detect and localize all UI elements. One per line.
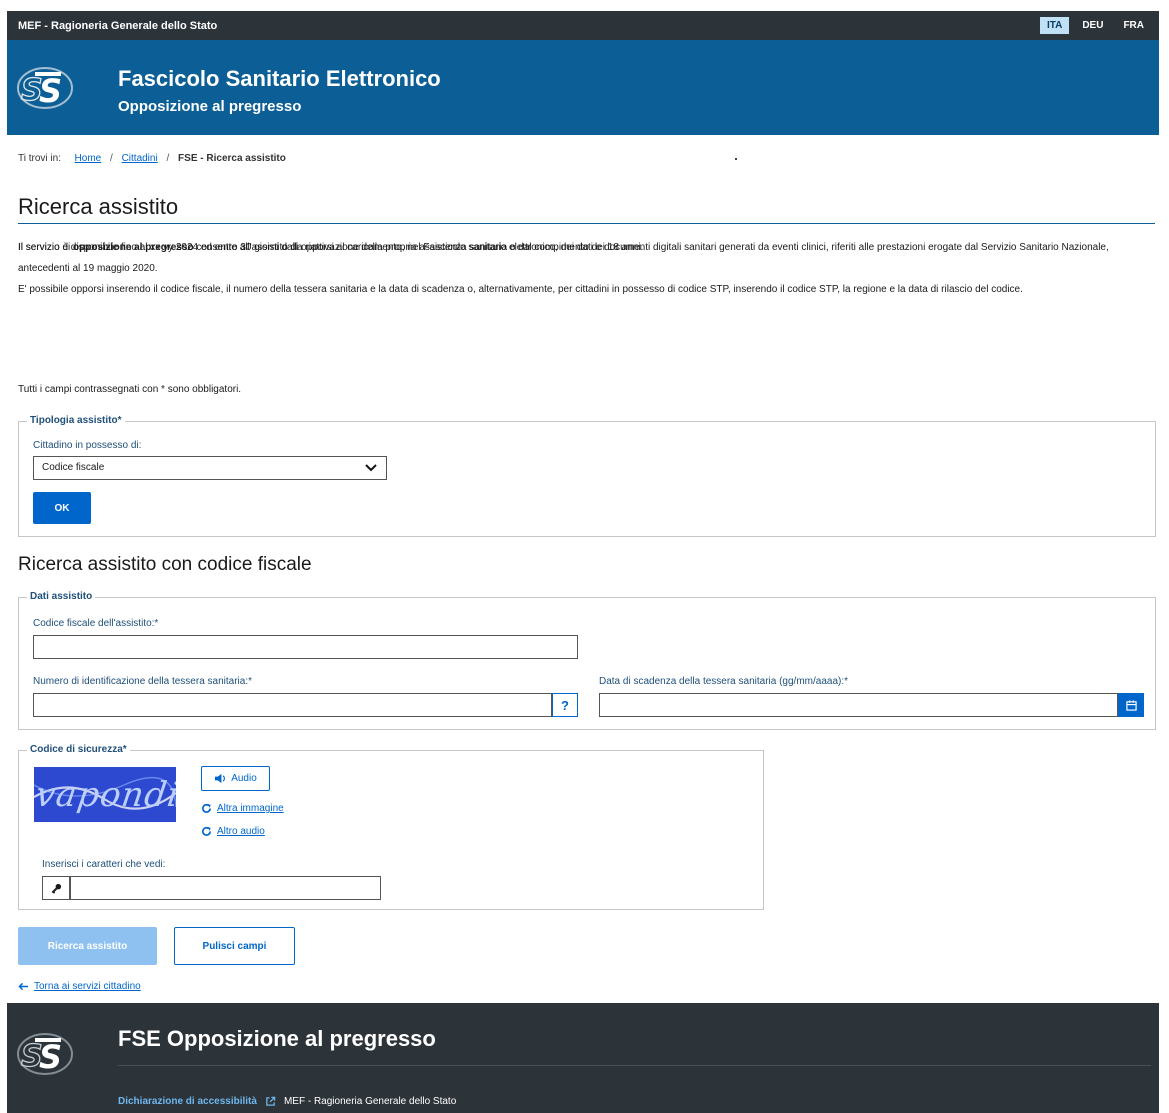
scadenza-date-input[interactable] [599, 693, 1118, 717]
tessera-label: Numero di identificazione della tessera … [33, 676, 253, 687]
tipologia-select[interactable]: Codice fiscale [33, 456, 387, 480]
external-link-icon [266, 1096, 276, 1106]
audio-button[interactable]: Audio [201, 766, 270, 791]
required-fields-note: Tutti i campi contrassegnati con * sono … [18, 384, 242, 395]
lang-ita[interactable]: ITA [1039, 17, 1070, 34]
svg-text:S: S [39, 1038, 62, 1076]
captcha-text: vapondi [34, 775, 176, 815]
breadcrumb-prefix: Ti trovi in: [18, 153, 61, 164]
tessera-input[interactable] [33, 693, 552, 717]
refresh-icon [202, 803, 211, 813]
site-title: Fascicolo Sanitario Elettronico [118, 66, 441, 91]
tipologia-select-value: Codice fiscale [42, 462, 105, 473]
dati-legend: Dati assistito [27, 591, 96, 602]
captcha-input-label: Inserisci i caratteri che vedi: [42, 859, 166, 870]
breadcrumb-separator: / [166, 153, 170, 164]
section-title: Ricerca assistito con codice fiscale [18, 554, 312, 575]
tipologia-legend: Tipologia assistito* [27, 415, 125, 426]
help-icon[interactable]: ? [552, 693, 578, 717]
breadcrumb-cittadini-link[interactable]: Cittadini [122, 153, 158, 164]
ricerca-assistito-button[interactable]: Ricerca assistito [18, 927, 157, 965]
stray-dot [735, 158, 737, 160]
back-link[interactable]: Torna ai servizi cittadino [18, 981, 141, 992]
chevron-down-icon [365, 464, 377, 472]
altra-immagine-link[interactable]: Altra immagine [201, 803, 284, 814]
site-footer: S S FSE Opposizione al pregresso Dichiar… [7, 1003, 1159, 1113]
captcha-legend: Codice di sicurezza* [27, 744, 130, 755]
footer-org: MEF - Ragioneria Generale dello Stato [283, 1096, 457, 1107]
captcha-input[interactable] [70, 876, 381, 900]
refresh-icon [202, 826, 211, 836]
ok-button[interactable]: OK [33, 492, 91, 524]
calendar-icon[interactable] [1118, 693, 1144, 717]
footer-links: Dichiarazione di accessibilità MEF - Rag… [118, 1096, 456, 1107]
organization-name: MEF - Ragioneria Generale dello Stato [18, 20, 218, 32]
lang-fra[interactable]: FRA [1116, 17, 1151, 34]
codice-fiscale-input[interactable] [33, 635, 578, 659]
pulisci-campi-button[interactable]: Pulisci campi [174, 927, 295, 965]
sts-logo-icon: S S [15, 1026, 75, 1082]
page-title: Ricerca assistito [18, 194, 179, 219]
arrow-left-icon [18, 982, 28, 991]
title-divider [18, 223, 1155, 224]
tipologia-fieldset: Tipologia assistito* Cittadino in posses… [18, 415, 1156, 537]
dati-assistito-fieldset: Dati assistito Codice fiscale dell'assis… [18, 591, 1156, 730]
lang-deu[interactable]: DEU [1075, 17, 1110, 34]
key-icon [42, 876, 70, 900]
site-subtitle: Opposizione al pregresso [118, 98, 302, 115]
intro-paragraph-2: E' possibile opporsi inserendo il codice… [18, 284, 1023, 295]
captcha-image: vapondi [34, 767, 176, 822]
scadenza-label: Data di scadenza della tessera sanitaria… [599, 676, 849, 687]
breadcrumb-separator: / [110, 153, 113, 164]
breadcrumb-current: FSE - Ricerca assistito [178, 153, 286, 164]
svg-text:S: S [39, 72, 62, 110]
footer-divider [118, 1065, 1151, 1066]
site-header: S S Fascicolo Sanitario Elettronico Oppo… [7, 40, 1159, 135]
availability-note: Il servizio è disponibile fino al xx yy … [18, 242, 644, 253]
breadcrumb: Ti trovi in: Home / Cittadini / FSE - Ri… [18, 153, 286, 164]
sts-logo-icon[interactable]: S S [15, 60, 75, 116]
audio-label: Audio [231, 773, 257, 784]
top-bar: MEF - Ragioneria Generale dello Stato IT… [7, 11, 1159, 40]
tipologia-select-label: Cittadino in possesso di: [33, 440, 142, 451]
altro-audio-link[interactable]: Altro audio [201, 826, 265, 837]
language-switcher: ITA DEU FRA [1039, 11, 1151, 40]
breadcrumb-home-link[interactable]: Home [75, 153, 102, 164]
speaker-icon [215, 773, 226, 784]
footer-title: FSE Opposizione al pregresso [118, 1026, 436, 1051]
cf-label: Codice fiscale dell'assistito:* [33, 618, 159, 629]
accessibility-link[interactable]: Dichiarazione di accessibilità [118, 1096, 257, 1107]
